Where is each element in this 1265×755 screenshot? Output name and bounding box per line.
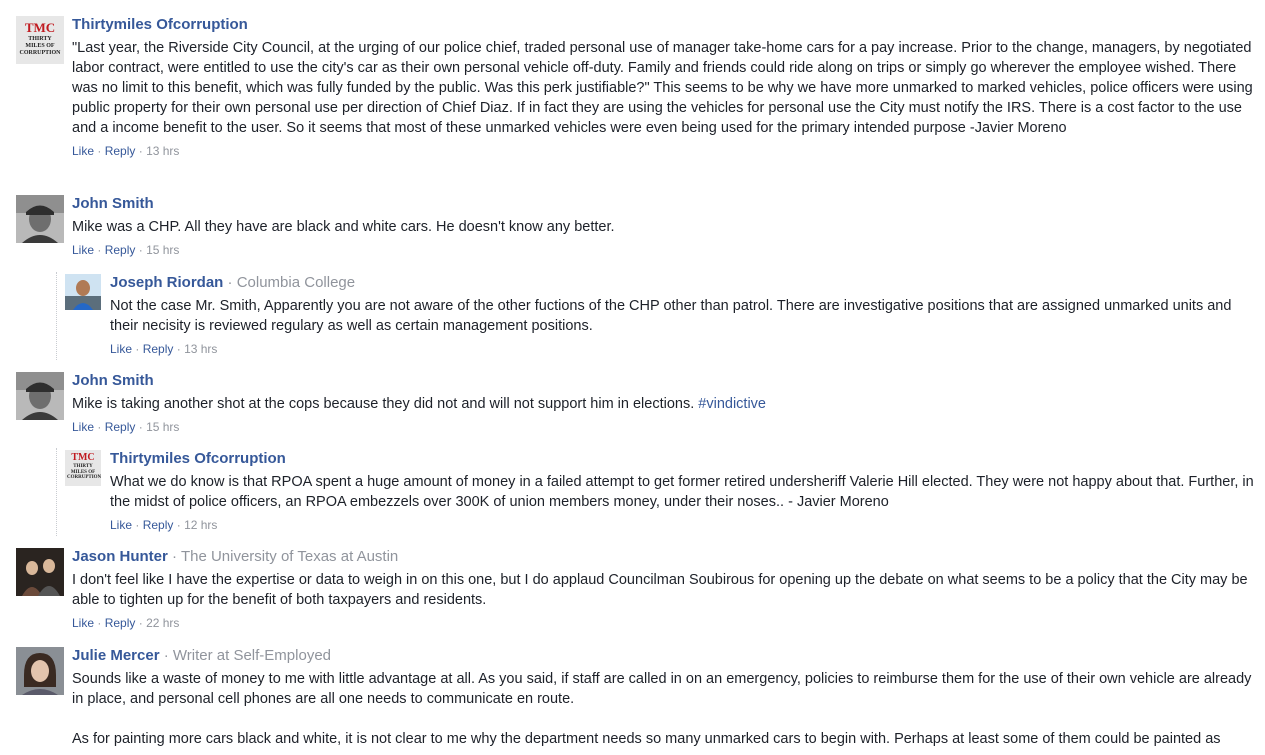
comment-timestamp[interactable]: 15 hrs bbox=[146, 420, 179, 434]
reply-link[interactable]: Reply bbox=[143, 518, 174, 532]
avatar[interactable] bbox=[16, 548, 64, 596]
reply-link[interactable]: Reply bbox=[143, 342, 174, 356]
comment-actions: Like · Reply · 12 hrs bbox=[110, 518, 218, 532]
avatar[interactable]: TMC THIRTY MILES OF CORRUPTION bbox=[16, 16, 64, 64]
avatar-photo-icon bbox=[16, 647, 64, 695]
tmc-logo-icon: TMC THIRTY MILES OF CORRUPTION bbox=[16, 16, 64, 64]
comment-timestamp[interactable]: 22 hrs bbox=[146, 616, 179, 630]
author-affiliation[interactable]: Columbia College bbox=[237, 274, 355, 291]
comment-author[interactable]: John Smith bbox=[72, 195, 154, 212]
tmc-logo-icon: TMC THIRTY MILES OF CORRUPTION bbox=[65, 450, 101, 486]
avatar-photo-icon bbox=[16, 195, 64, 243]
comment-author[interactable]: Jason Hunter bbox=[72, 548, 168, 565]
comment-text: Mike is taking another shot at the cops … bbox=[72, 396, 766, 412]
reply-link[interactable]: Reply bbox=[105, 420, 136, 434]
comment-text: What we do know is that RPOA spent a hug… bbox=[110, 474, 1254, 510]
comment-actions: Like · Reply · 22 hrs bbox=[72, 616, 180, 630]
comment-timestamp[interactable]: 13 hrs bbox=[146, 144, 179, 158]
like-link[interactable]: Like bbox=[110, 518, 132, 532]
comment-timestamp[interactable]: 15 hrs bbox=[146, 243, 179, 257]
like-link[interactable]: Like bbox=[72, 144, 94, 158]
comment-author[interactable]: Thirtymiles Ofcorruption bbox=[72, 16, 248, 33]
reply-link[interactable]: Reply bbox=[105, 144, 136, 158]
avatar[interactable] bbox=[16, 195, 64, 243]
like-link[interactable]: Like bbox=[72, 243, 94, 257]
reply-link[interactable]: Reply bbox=[105, 243, 136, 257]
reply-link[interactable]: Reply bbox=[105, 616, 136, 630]
like-link[interactable]: Like bbox=[72, 420, 94, 434]
comment-timestamp[interactable]: 12 hrs bbox=[184, 518, 217, 532]
comment-text: "Last year, the Riverside City Council, … bbox=[72, 40, 1253, 136]
comment-actions: Like · Reply · 15 hrs bbox=[72, 420, 180, 434]
comment-actions: Like · Reply · 15 hrs bbox=[72, 243, 180, 257]
comment-text: Sounds like a waste of money to me with … bbox=[72, 669, 1257, 749]
avatar[interactable] bbox=[16, 647, 64, 695]
avatar-photo-icon bbox=[16, 372, 64, 420]
comment-actions: Like · Reply · 13 hrs bbox=[110, 342, 218, 356]
avatar[interactable] bbox=[65, 274, 101, 310]
comment-author[interactable]: Julie Mercer bbox=[72, 647, 160, 664]
comment-paragraph: As for painting more cars black and whit… bbox=[72, 731, 1221, 747]
comment-text: Mike was a CHP. All they have are black … bbox=[72, 219, 615, 235]
avatar-photo-icon bbox=[65, 274, 101, 310]
author-affiliation[interactable]: Writer at Self-Employed bbox=[173, 647, 331, 664]
reply-thread: Joseph Riordan · Columbia College Not th… bbox=[56, 272, 1257, 360]
comment-paragraph: Sounds like a waste of money to me with … bbox=[72, 671, 1252, 707]
comment-text: I don't feel like I have the expertise o… bbox=[72, 572, 1248, 608]
author-affiliation[interactable]: The University of Texas at Austin bbox=[181, 548, 398, 565]
like-link[interactable]: Like bbox=[72, 616, 94, 630]
avatar-photo-icon bbox=[16, 548, 64, 596]
comment-author[interactable]: Joseph Riordan bbox=[110, 274, 223, 291]
comment-author[interactable]: Thirtymiles Ofcorruption bbox=[110, 450, 286, 467]
like-link[interactable]: Like bbox=[110, 342, 132, 356]
comment-actions: Like · Reply · 13 hrs bbox=[72, 144, 180, 158]
comment-timestamp[interactable]: 13 hrs bbox=[184, 342, 217, 356]
avatar[interactable]: TMC THIRTY MILES OF CORRUPTION bbox=[65, 450, 101, 486]
reply-thread: TMC THIRTY MILES OF CORRUPTION Thirtymil… bbox=[56, 448, 1257, 536]
comment-author[interactable]: John Smith bbox=[72, 372, 154, 389]
hashtag-link[interactable]: #vindictive bbox=[698, 396, 766, 412]
comment-text: Not the case Mr. Smith, Apparently you a… bbox=[110, 298, 1232, 334]
avatar[interactable] bbox=[16, 372, 64, 420]
